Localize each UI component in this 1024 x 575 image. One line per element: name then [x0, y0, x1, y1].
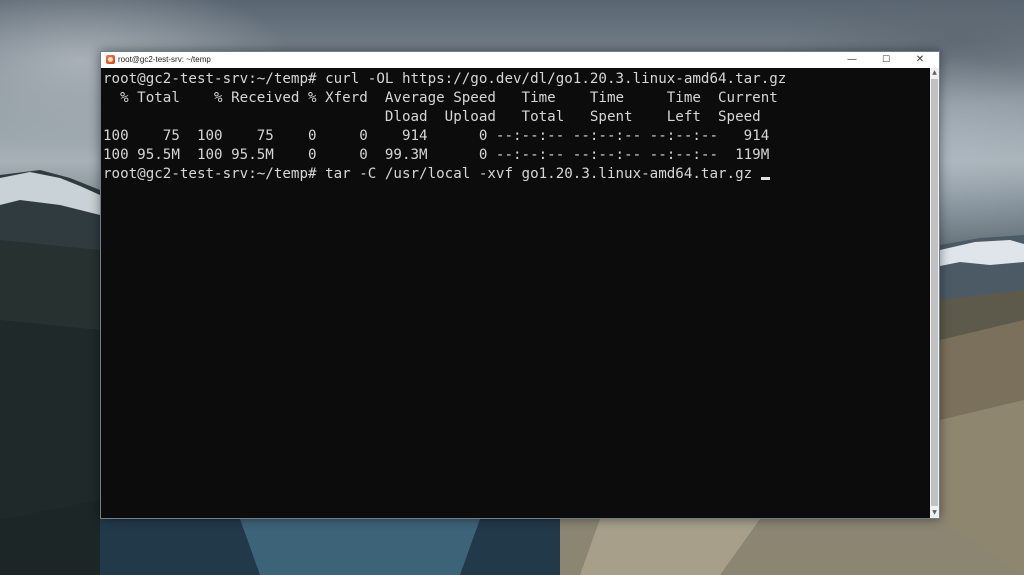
scroll-thumb[interactable]: [931, 79, 938, 506]
title-bar[interactable]: root@gc2-test-srv: ~/temp — ☐ ✕: [101, 52, 939, 68]
maximize-button[interactable]: ☐: [869, 52, 903, 68]
terminal-line-progress-2: 100 95.5M 100 95.5M 0 0 99.3M 0 --:--:--…: [103, 147, 770, 163]
close-button[interactable]: ✕: [903, 52, 937, 68]
text-cursor: [760, 177, 770, 180]
minimize-button[interactable]: —: [835, 52, 869, 68]
terminal-line-curl-command: root@gc2-test-srv:~/temp# curl -OL https…: [103, 71, 787, 87]
vertical-scrollbar[interactable]: ▲ ▼: [930, 68, 939, 518]
terminal-line-progress-1: 100 75 100 75 0 0 914 0 --:--:-- --:--:-…: [103, 128, 770, 144]
tar-command-text: root@gc2-test-srv:~/temp# tar -C /usr/lo…: [103, 166, 761, 182]
scroll-up-arrow-icon[interactable]: ▲: [930, 68, 939, 78]
terminal-line-curl-header-2: Dload Upload Total Spent Left Speed: [103, 109, 761, 125]
terminal-window: root@gc2-test-srv: ~/temp — ☐ ✕ root@gc2…: [100, 51, 940, 519]
window-title: root@gc2-test-srv: ~/temp: [118, 55, 211, 64]
scroll-down-arrow-icon[interactable]: ▼: [930, 508, 939, 518]
terminal-output[interactable]: root@gc2-test-srv:~/temp# curl -OL https…: [101, 68, 930, 518]
terminal-line-curl-header-1: % Total % Received % Xferd Average Speed…: [103, 90, 778, 106]
terminal-app-icon[interactable]: [106, 55, 115, 64]
terminal-line-tar-command: root@gc2-test-srv:~/temp# tar -C /usr/lo…: [103, 165, 930, 184]
